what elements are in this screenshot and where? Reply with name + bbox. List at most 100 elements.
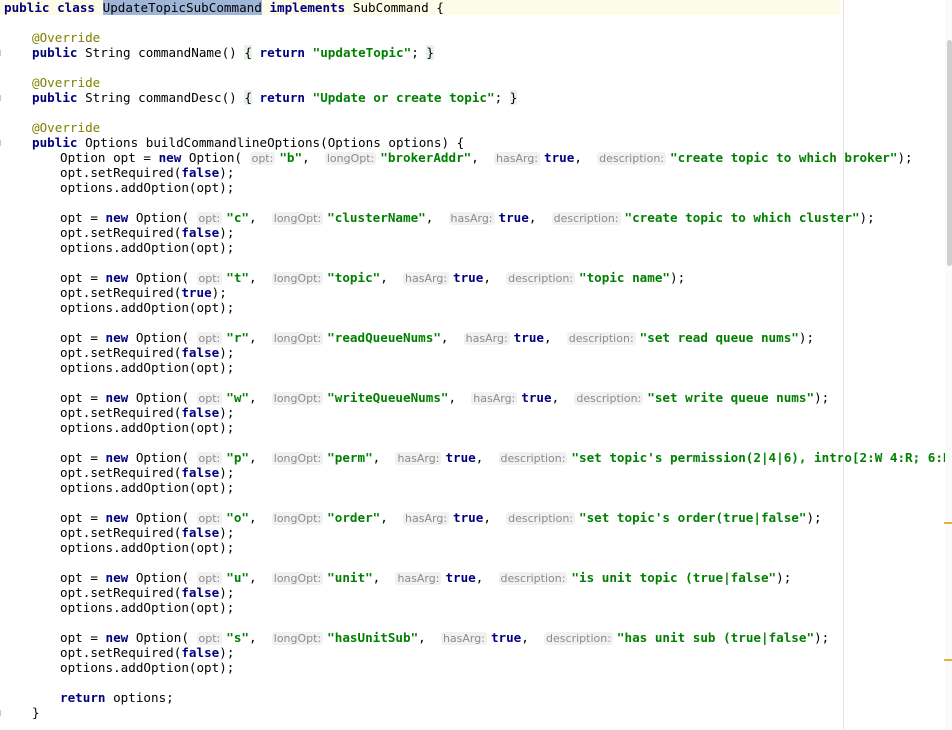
close-paren: );: [211, 285, 227, 300]
longopt-value: "order": [327, 510, 381, 525]
param-hint-description: description:: [574, 392, 644, 405]
code-line-set-required[interactable]: opt.setRequired(false);: [60, 645, 234, 660]
set-required-call: opt.setRequired(: [60, 405, 182, 420]
code-line-set-required[interactable]: opt.setRequired(false);: [60, 165, 234, 180]
longopt-value: "topic": [327, 270, 381, 285]
close-paren: );: [814, 630, 830, 645]
code-line-add-option[interactable]: options.addOption(opt);: [60, 420, 234, 435]
code-line-set-required[interactable]: opt.setRequired(false);: [60, 405, 234, 420]
comma: ,: [249, 330, 257, 345]
description-value: "create topic to which broker": [670, 150, 898, 165]
comma: ,: [544, 330, 552, 345]
required-value: false: [181, 345, 220, 360]
keyword-new: new: [105, 330, 129, 345]
close-paren: );: [219, 585, 235, 600]
set-required-call: opt.setRequired(: [60, 345, 182, 360]
code-line-option-new[interactable]: opt = new Option( opt: "c", longOpt: "clus…: [60, 210, 875, 225]
code-line-option-new[interactable]: opt = new Option( opt: "p", longOpt: "perm…: [60, 450, 952, 465]
comma: ,: [551, 390, 560, 405]
warning-marker[interactable]: [944, 659, 952, 661]
keyword-class: class: [57, 0, 96, 15]
code-line-set-required[interactable]: opt.setRequired(false);: [60, 585, 234, 600]
keyword-public: public: [32, 45, 78, 60]
code-line-method-close[interactable]: }: [32, 705, 40, 720]
set-required-call: opt.setRequired(: [60, 165, 182, 180]
longopt-value: "clusterName": [327, 210, 426, 225]
code-line-command-name[interactable]: public String commandName() { return "up…: [32, 45, 434, 60]
hasarg-value: true: [498, 210, 529, 225]
brace-open: {: [244, 45, 252, 60]
param-hint-opt: opt:: [196, 572, 223, 585]
code-editor[interactable]: public class UpdateTopicSubCommand imple…: [0, 0, 952, 730]
param-hint-description: description:: [566, 332, 636, 345]
code-line-add-option[interactable]: options.addOption(opt);: [60, 360, 234, 375]
vertical-scrollbar-thumb[interactable]: [947, 40, 952, 266]
close-paren: );: [859, 210, 875, 225]
code-line-add-option[interactable]: options.addOption(opt);: [60, 540, 234, 555]
param-hint-longopt: longOpt:: [271, 632, 324, 645]
code-line-option-new[interactable]: opt = new Option( opt: "r", longOpt: "read…: [60, 330, 814, 345]
code-line-add-option[interactable]: options.addOption(opt);: [60, 180, 234, 195]
code-line-option-new[interactable]: Option opt = new Option( opt: "b", longOp…: [60, 150, 913, 165]
code-line-option-new[interactable]: opt = new Option( opt: "w", longOpt: "writ…: [60, 390, 829, 405]
hasarg-value: true: [445, 450, 476, 465]
code-line-option-new[interactable]: opt = new Option( opt: "u", longOpt: "unit…: [60, 570, 791, 585]
comma: ,: [372, 450, 381, 465]
keyword-new: new: [105, 630, 129, 645]
longopt-value: "readQueueNums": [327, 330, 441, 345]
code-line-build-options[interactable]: public Options buildCommandlineOptions(O…: [32, 135, 464, 150]
add-option-call: options.addOption(opt);: [60, 240, 235, 255]
override-text: @Override: [32, 30, 101, 45]
close-paren: );: [897, 150, 913, 165]
comma: ,: [471, 150, 479, 165]
hasarg-value: true: [490, 630, 522, 645]
code-line-add-option[interactable]: options.addOption(opt);: [60, 480, 234, 495]
code-line-option-new[interactable]: opt = new Option( opt: "o", longOpt: "orde…: [60, 510, 822, 525]
param-hint-hasarg: hasArg:: [440, 632, 487, 645]
option-ctor: Option(: [135, 570, 189, 585]
code-line-command-desc[interactable]: public String commandDesc() { return "Up…: [32, 90, 518, 105]
param-hint-longopt: longOpt:: [271, 272, 324, 285]
required-value: false: [181, 165, 220, 180]
code-line-set-required[interactable]: opt.setRequired(false);: [60, 465, 234, 480]
class-name-selected[interactable]: UpdateTopicSubCommand: [102, 0, 262, 15]
code-line-add-option[interactable]: options.addOption(opt);: [60, 300, 234, 315]
code-line-set-required[interactable]: opt.setRequired(true);: [60, 285, 227, 300]
code-line-option-new[interactable]: opt = new Option( opt: "t", longOpt: "topi…: [60, 270, 685, 285]
code-line-set-required[interactable]: opt.setRequired(false);: [60, 345, 234, 360]
description-value: "has unit sub (true|false": [616, 630, 815, 645]
fold-marker[interactable]: [0, 50, 5, 56]
code-line-add-option[interactable]: options.addOption(opt);: [60, 240, 234, 255]
hasarg-value: true: [544, 150, 575, 165]
option-ctor: Option(: [135, 510, 189, 525]
comma: ,: [528, 210, 537, 225]
code-line-add-option[interactable]: options.addOption(opt);: [60, 660, 234, 675]
param-hint-opt: opt:: [196, 392, 223, 405]
param-hint-longopt: longOpt:: [271, 572, 324, 585]
code-line-set-required[interactable]: opt.setRequired(false);: [60, 525, 234, 540]
fold-marker[interactable]: [0, 140, 5, 146]
code-line-option-new[interactable]: opt = new Option( opt: "s", longOpt: "hasU…: [60, 630, 829, 645]
param-hint-hasarg: hasArg:: [463, 332, 510, 345]
code-line-set-required[interactable]: opt.setRequired(false);: [60, 225, 234, 240]
code-line-class-decl[interactable]: public class UpdateTopicSubCommand imple…: [0, 0, 840, 15]
warning-marker[interactable]: [944, 522, 952, 524]
fold-marker[interactable]: [0, 710, 5, 716]
required-value: true: [181, 285, 212, 300]
close-paren: );: [219, 225, 235, 240]
fold-marker[interactable]: [0, 95, 5, 101]
close-paren: );: [806, 510, 822, 525]
param-hint-opt: opt:: [196, 332, 223, 345]
semicolon: ;: [411, 45, 419, 60]
comma: ,: [249, 510, 257, 525]
param-hint-description: description:: [498, 572, 568, 585]
opt-value: "u": [226, 570, 249, 585]
annotation-override: @Override: [32, 30, 100, 45]
code-line-add-option[interactable]: options.addOption(opt);: [60, 600, 234, 615]
option-ctor: Option(: [188, 150, 242, 165]
description-value: "set write queue nums": [647, 390, 815, 405]
annotation-override: @Override: [32, 75, 100, 90]
code-line-return[interactable]: return options;: [60, 690, 174, 705]
longopt-value: "brokerAddr": [380, 150, 472, 165]
keyword-new: new: [158, 150, 182, 165]
